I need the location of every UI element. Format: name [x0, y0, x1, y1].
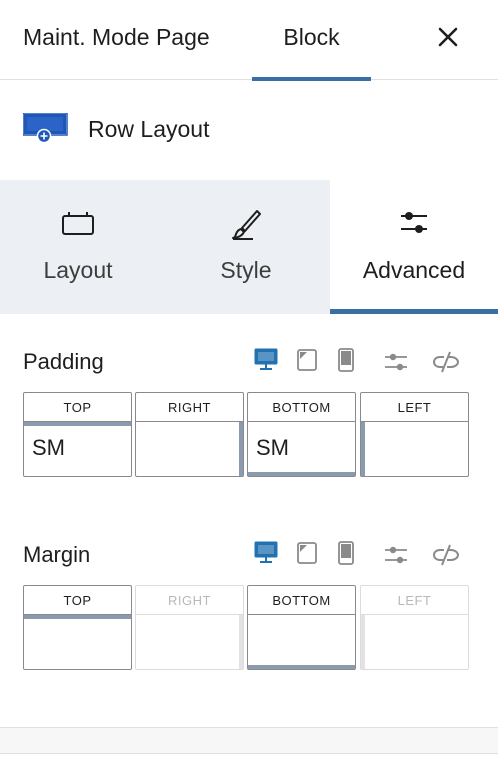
margin-right-label: RIGHT — [136, 586, 243, 615]
tab-style[interactable]: Style — [163, 180, 329, 314]
margin-title: Margin — [23, 542, 91, 567]
custom-settings-icon[interactable] — [383, 350, 409, 379]
padding-top-label: TOP — [24, 393, 131, 422]
padding-top-value: SM — [32, 435, 65, 460]
section-divider — [0, 753, 498, 754]
padding-bottom-indicator — [248, 472, 355, 476]
mobile-icon[interactable] — [337, 347, 355, 378]
margin-bottom-label: BOTTOM — [248, 586, 355, 615]
padding-left-field[interactable]: LEFT — [360, 392, 469, 477]
row-layout-icon — [22, 112, 69, 148]
layout-icon — [61, 208, 95, 243]
margin-top-indicator — [24, 615, 131, 619]
close-icon — [438, 27, 458, 47]
padding-left-indicator — [361, 422, 365, 476]
padding-left-label: LEFT — [361, 393, 468, 422]
margin-top-field[interactable]: TOP — [23, 585, 132, 670]
margin-right-field[interactable]: RIGHT — [135, 585, 244, 670]
margin-bottom-indicator — [248, 665, 355, 669]
sidebar-header: Maint. Mode Page Block — [0, 0, 498, 81]
mobile-icon[interactable] — [337, 540, 355, 571]
tab-advanced[interactable]: Advanced — [330, 180, 498, 314]
block-card — [0, 80, 498, 180]
margin-left-label: LEFT — [361, 586, 468, 615]
padding-right-indicator — [239, 422, 243, 476]
block-name: Row Layout — [88, 116, 210, 142]
margin-left-field[interactable]: LEFT — [360, 585, 469, 670]
tab-advanced-label: Advanced — [362, 257, 466, 283]
tablet-icon[interactable] — [296, 348, 318, 377]
padding-title: Padding — [23, 349, 104, 374]
tab-layout-label: Layout — [43, 257, 113, 283]
margin-right-indicator — [239, 615, 243, 669]
tablet-icon[interactable] — [296, 541, 318, 570]
padding-bottom-field[interactable]: BOTTOM SM — [247, 392, 356, 477]
tab-block-label: Block — [283, 24, 340, 50]
active-subtab-indicator — [330, 309, 498, 314]
desktop-icon[interactable] — [254, 347, 278, 378]
padding-top-field[interactable]: TOP SM — [23, 392, 132, 477]
tab-style-label: Style — [220, 257, 272, 283]
brush-icon — [229, 208, 263, 247]
tab-document[interactable]: Maint. Mode Page — [23, 24, 210, 51]
block-settings-tabs: Layout Style Advanced — [0, 180, 498, 314]
margin-bottom-field[interactable]: BOTTOM — [247, 585, 356, 670]
margin-left-indicator — [361, 615, 365, 669]
padding-right-field[interactable]: RIGHT — [135, 392, 244, 477]
tab-block[interactable]: Block — [252, 0, 371, 81]
collapsed-panel-strip[interactable] — [0, 728, 498, 753]
close-button[interactable] — [432, 22, 464, 54]
unlink-icon[interactable] — [432, 542, 460, 573]
padding-bottom-value: SM — [256, 435, 289, 460]
custom-settings-icon[interactable] — [383, 543, 409, 572]
unlink-icon[interactable] — [432, 349, 460, 380]
margin-top-label: TOP — [24, 586, 131, 615]
padding-top-indicator — [24, 422, 131, 426]
padding-bottom-label: BOTTOM — [248, 393, 355, 422]
sliders-icon — [397, 208, 431, 243]
tab-layout[interactable]: Layout — [0, 180, 156, 314]
padding-right-label: RIGHT — [136, 393, 243, 422]
desktop-icon[interactable] — [254, 540, 278, 571]
